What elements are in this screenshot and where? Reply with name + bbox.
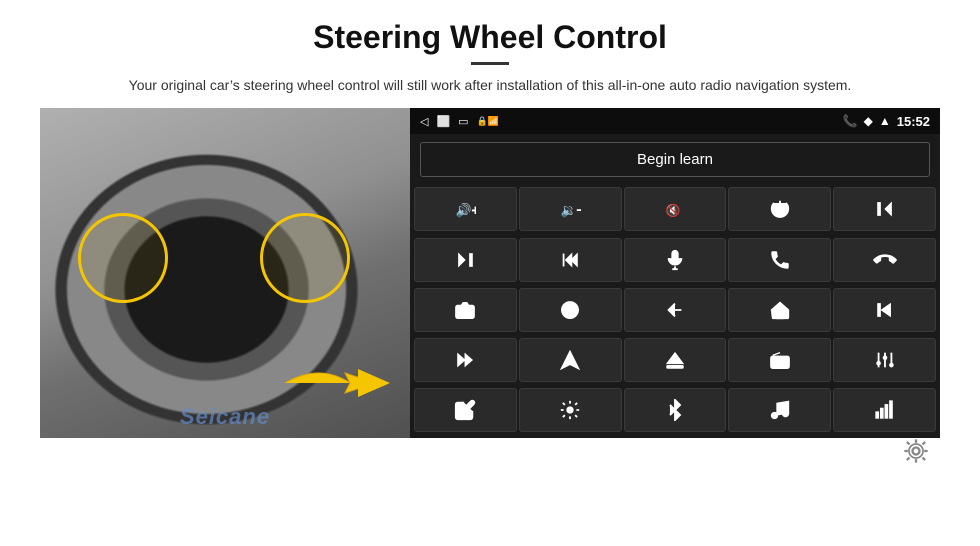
svg-text:🔊+: 🔊+	[456, 202, 476, 219]
vol-down-button[interactable]: 🔉−	[519, 187, 622, 231]
sound-bars-button[interactable]	[833, 388, 936, 432]
recents-nav-icon: ▭	[458, 115, 468, 128]
home-button[interactable]	[728, 288, 831, 332]
notification-icon: 🔒📶	[477, 116, 499, 127]
highlight-circle-left	[78, 213, 168, 303]
begin-learn-row: Begin learn	[410, 134, 940, 185]
camera-button[interactable]	[414, 288, 517, 332]
subtitle: Your original car’s steering wheel contr…	[40, 75, 940, 96]
settings2-button[interactable]	[519, 388, 622, 432]
fast-forward-button[interactable]	[414, 338, 517, 382]
pen-button[interactable]	[414, 388, 517, 432]
status-bar: ◁ ⬜ ▭ 🔒📶 📞 ◆ ▲ 15:52	[410, 108, 940, 134]
power-button[interactable]	[728, 187, 831, 231]
bluetooth-button[interactable]	[624, 388, 727, 432]
vol-up-button[interactable]: 🔊+	[414, 187, 517, 231]
360-view-button[interactable]: 360°	[519, 288, 622, 332]
status-indicators: 📞 ◆ ▲ 15:52	[843, 114, 930, 129]
mic-button[interactable]	[624, 238, 727, 282]
title-section: Steering Wheel Control Your original car…	[40, 18, 940, 96]
equalizer-button[interactable]	[833, 338, 936, 382]
arrow-indicator	[280, 353, 390, 413]
gps-icon: ◆	[864, 114, 873, 128]
hangup-button[interactable]	[833, 238, 936, 282]
title-divider	[471, 62, 509, 65]
begin-learn-button[interactable]: Begin learn	[420, 142, 930, 177]
back-button[interactable]	[624, 288, 727, 332]
eject-button[interactable]	[624, 338, 727, 382]
svg-text:🔉−: 🔉−	[561, 203, 581, 219]
phone-status-icon: 📞	[843, 114, 858, 128]
wifi-status-icon: ▲	[879, 114, 891, 128]
bottom-area	[40, 438, 940, 458]
android-panel: ◁ ⬜ ▭ 🔒📶 📞 ◆ ▲ 15:52 Begin learn	[410, 108, 940, 438]
back-nav-icon: ◁	[420, 115, 428, 128]
phone-button[interactable]	[728, 238, 831, 282]
status-nav-icons: ◁ ⬜ ▭ 🔒📶	[420, 115, 499, 128]
music-button[interactable]	[728, 388, 831, 432]
content-area: Seicane ◁ ⬜ ▭ 🔒📶 📞 ◆ ▲ 15:52	[40, 108, 940, 438]
page-title: Steering Wheel Control	[40, 18, 940, 56]
gear-settings-icon[interactable]	[902, 437, 930, 470]
navigate-button[interactable]	[519, 338, 622, 382]
radio-button[interactable]	[728, 338, 831, 382]
seicane-watermark: Seicane	[180, 404, 270, 430]
prev-track-button[interactable]	[833, 187, 936, 231]
svg-text:360°: 360°	[566, 313, 576, 318]
next-track-button[interactable]	[414, 238, 517, 282]
steering-wheel-image: Seicane	[40, 108, 410, 438]
svg-text:🔇: 🔇	[666, 204, 681, 218]
skip-prev-button[interactable]	[833, 288, 936, 332]
home-nav-icon: ⬜	[436, 115, 450, 128]
prev-seek-button[interactable]	[519, 238, 622, 282]
mute-button[interactable]: 🔇	[624, 187, 727, 231]
highlight-circle-right	[260, 213, 350, 303]
time-display: 15:52	[897, 114, 930, 129]
control-button-grid: 🔊+ 🔉− 🔇	[410, 185, 940, 438]
